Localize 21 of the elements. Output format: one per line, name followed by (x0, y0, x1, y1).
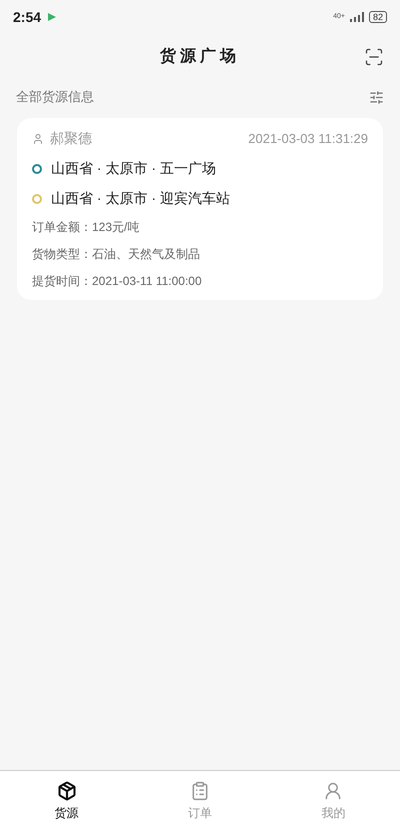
tab-icon (56, 781, 77, 801)
tab-icon (190, 781, 210, 801)
signal-icon (350, 12, 364, 22)
filter-button[interactable] (369, 90, 384, 104)
scan-button[interactable] (364, 47, 384, 67)
stop-address: 山西省 · 太原市 · 五一广场 (51, 159, 216, 178)
nav-tab[interactable]: 货源 (0, 771, 134, 832)
page-title: 货源广场 (160, 46, 240, 67)
battery-indicator: 82 (368, 11, 387, 23)
detail-line: 提货时间：2021-03-11 11:00:00 (32, 273, 203, 290)
play-icon (47, 12, 58, 22)
cargo-card[interactable]: 郝聚德 2021-03-03 11:31:29 山西省 · 太原市 · 五一广场 山西省 · 太原市 · 迎宾汽车站 订单金额：123元/吨 货物类型：石油、天然气及制品 提货时间：2021-03-11 11:00:00 (17, 118, 383, 300)
filter-label: 全部货源信息 (16, 88, 94, 106)
posted-time: 2021-03-03 11:31:29 (248, 130, 368, 148)
tab-icon (323, 781, 344, 801)
detail-line: 货物类型：石油、天然气及制品 (32, 246, 201, 263)
shipper-name: 郝聚德 (50, 129, 92, 148)
person-icon (32, 132, 44, 144)
status-time: 2:54 (13, 8, 42, 26)
stop-address: 山西省 · 太原市 · 迎宾汽车站 (51, 189, 230, 208)
detail-line: 订单金额：123元/吨 (32, 219, 140, 236)
